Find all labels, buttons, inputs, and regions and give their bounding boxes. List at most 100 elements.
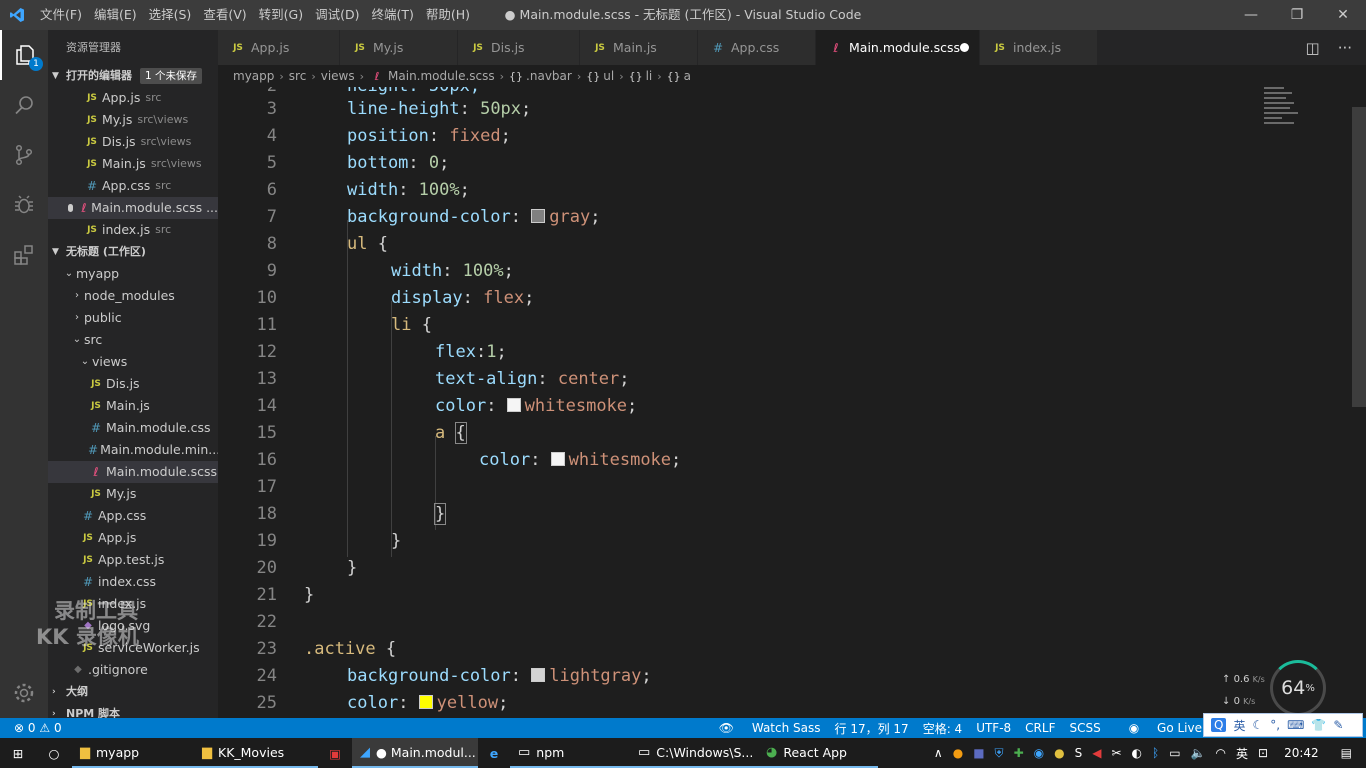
menu-go[interactable]: 转到(G) [253, 0, 309, 30]
split-editor-icon[interactable]: ◫ [1306, 39, 1320, 57]
taskbar-edge[interactable]: e [478, 738, 510, 768]
taskbar-app-chrome[interactable]: ◕ React App [758, 738, 878, 768]
breadcrumb-item[interactable]: li [646, 69, 653, 83]
shield-icon[interactable]: ⛨ [995, 746, 1004, 761]
tree-file[interactable]: JS App.test.js [48, 549, 218, 571]
tray-app-icon[interactable]: ✂ [1111, 746, 1121, 760]
cursor-position[interactable]: 行 17，列 17 [835, 720, 909, 737]
tools-icon[interactable]: ✎ [1333, 718, 1343, 732]
wifi-icon[interactable]: ◠ [1216, 746, 1226, 760]
tray-expand-icon[interactable]: ∧ [934, 746, 943, 760]
tray-app-icon[interactable]: ■ [973, 746, 984, 760]
tree-folder[interactable]: ⌄ views [48, 351, 218, 373]
open-editor-item[interactable]: ℓ Main.module.scss ... [48, 197, 218, 219]
tab-main-js[interactable]: JS Main.js [580, 30, 698, 65]
open-editor-item[interactable]: # App.css src [48, 175, 218, 197]
tree-folder[interactable]: ⌄ src [48, 329, 218, 351]
tab-dis-js[interactable]: JS Dis.js [458, 30, 580, 65]
tray-app-icon[interactable]: ◀ [1092, 746, 1101, 760]
shirt-icon[interactable]: 👕 [1311, 718, 1326, 732]
manage-activity[interactable] [0, 676, 48, 710]
tree-file[interactable]: JS App.js [48, 527, 218, 549]
more-actions-icon[interactable]: ··· [1338, 39, 1352, 57]
tree-file[interactable]: JS My.js [48, 483, 218, 505]
encoding[interactable]: UTF-8 [976, 721, 1011, 735]
tab-app-css[interactable]: # App.css [698, 30, 816, 65]
open-editor-item[interactable]: JS Main.js src\views [48, 153, 218, 175]
tree-file[interactable]: JS Dis.js [48, 373, 218, 395]
minimize-button[interactable]: — [1228, 0, 1274, 30]
color-swatch[interactable] [550, 452, 565, 466]
tree-file[interactable]: # Main.module.css [48, 417, 218, 439]
source-control-activity[interactable] [0, 130, 48, 180]
close-button[interactable]: ✕ [1320, 0, 1366, 30]
clock[interactable]: 20:42 [1284, 746, 1319, 760]
breadcrumb-item[interactable]: ul [603, 69, 614, 83]
unsaved-dot-icon[interactable] [960, 43, 969, 52]
tree-file[interactable]: # index.css [48, 571, 218, 593]
breadcrumb-item[interactable]: Main.module.scss [388, 69, 495, 83]
restore-button[interactable]: ❐ [1274, 0, 1320, 30]
search-activity[interactable] [0, 80, 48, 130]
tab-index-js[interactable]: JS index.js [980, 30, 1098, 65]
line-ending[interactable]: CRLF [1025, 721, 1055, 735]
go-live-button[interactable]: ◉ Go Live [1115, 721, 1202, 735]
open-editor-item[interactable]: JS index.js src [48, 219, 218, 241]
color-swatch[interactable] [531, 209, 546, 223]
taskbar-app-npm[interactable]: ▭ npm [510, 738, 630, 768]
input-language[interactable]: 英 [1236, 745, 1248, 762]
taskbar-recorder[interactable]: ▣ [318, 738, 352, 768]
menu-terminal[interactable]: 终端(T) [365, 0, 419, 30]
tab-app-js[interactable]: JS App.js [218, 30, 340, 65]
extensions-activity[interactable] [0, 230, 48, 280]
vertical-scrollbar[interactable] [1352, 107, 1366, 407]
tray-app-icon[interactable]: S [1075, 746, 1083, 760]
tray-app-icon[interactable]: ✚ [1014, 746, 1024, 760]
tree-folder[interactable]: › public [48, 307, 218, 329]
tree-file[interactable]: # Main.module.min... [48, 439, 218, 461]
menu-file[interactable]: 文件(F) [34, 0, 88, 30]
explorer-activity[interactable]: 1 [0, 30, 48, 80]
breadcrumb-item[interactable]: .navbar [526, 69, 572, 83]
punctuation-icon[interactable]: °, [1270, 718, 1280, 732]
taskbar-app-myapp[interactable]: ▆ myapp [72, 738, 194, 768]
ime-toolbar[interactable]: Q 英 ☾ °, ⌨ 👕 ✎ [1203, 713, 1363, 737]
breadcrumb-item[interactable]: a [684, 69, 691, 83]
tree-file[interactable]: ℓ Main.module.scss [48, 461, 218, 483]
menu-help[interactable]: 帮助(H) [420, 0, 476, 30]
tray-app-icon[interactable]: ◐ [1132, 746, 1142, 760]
tray-app-icon[interactable]: ● [953, 746, 963, 760]
battery-icon[interactable]: ▭ [1169, 746, 1180, 760]
breadcrumb-item[interactable]: myapp [233, 69, 274, 83]
open-editor-item[interactable]: JS Dis.js src\views [48, 131, 218, 153]
workspace-header[interactable]: ▼ 无标题 (工作区) [48, 241, 218, 263]
open-editor-item[interactable]: JS App.js src [48, 87, 218, 109]
ime-language[interactable]: 英 [1233, 717, 1245, 734]
taskbar-app-vscode[interactable]: ◢ ● Main.modul... [352, 738, 478, 768]
tree-folder[interactable]: › node_modules [48, 285, 218, 307]
open-editors-header[interactable]: ▼ 打开的编辑器 1 个未保存 [48, 65, 218, 87]
problems-indicator[interactable]: ⊗ 0 ⚠ 0 [0, 721, 62, 735]
npm-scripts-header[interactable]: › NPM 脚本 [48, 703, 218, 718]
tray-app-icon[interactable]: ⊡ [1258, 746, 1268, 760]
tray-app-icon[interactable]: ◉ [1034, 746, 1044, 760]
tray-app-icon[interactable]: ● [1054, 746, 1064, 760]
outline-header[interactable]: › 大纲 [48, 681, 218, 703]
volume-icon[interactable]: 🔈 [1191, 746, 1206, 760]
tree-folder[interactable]: ⌄ myapp [48, 263, 218, 285]
color-swatch[interactable] [506, 398, 521, 412]
tree-file[interactable]: JS Main.js [48, 395, 218, 417]
moon-icon[interactable]: ☾ [1252, 718, 1263, 732]
start-button[interactable]: ⊞ [0, 738, 36, 768]
menu-view[interactable]: 查看(V) [197, 0, 252, 30]
tab-my-js[interactable]: JS My.js [340, 30, 458, 65]
code-editor[interactable]: 2height: 50px; 3line-height: 50px; 4posi… [218, 87, 1366, 718]
open-editor-item[interactable]: JS My.js src\views [48, 109, 218, 131]
bluetooth-icon[interactable]: ᛒ [1152, 746, 1159, 760]
menu-debug[interactable]: 调试(D) [309, 0, 365, 30]
tree-file[interactable]: # App.css [48, 505, 218, 527]
watch-sass-button[interactable]: 👁 Watch Sass [705, 721, 821, 735]
keyboard-icon[interactable]: ⌨ [1287, 718, 1304, 732]
breadcrumb-item[interactable]: src [289, 69, 307, 83]
notification-icon[interactable]: ▤ [1341, 746, 1352, 760]
